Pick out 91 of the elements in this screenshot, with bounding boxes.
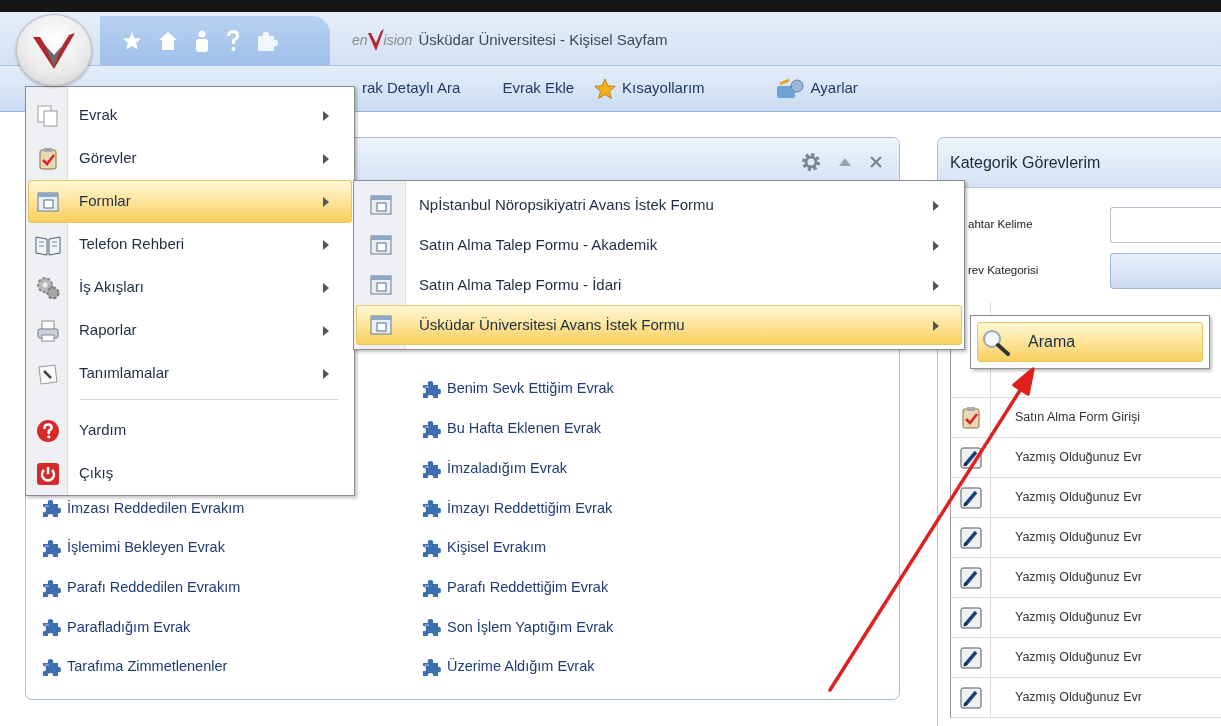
logo-v-icon — [367, 28, 384, 53]
form-icon — [36, 189, 60, 214]
menu-item[interactable]: Satın Alma Talep Formu - Akademik — [356, 225, 962, 265]
submenu-arrow-icon — [933, 280, 939, 291]
puzzle-icon — [421, 577, 441, 598]
pen-icon — [959, 646, 982, 669]
pen-icon — [959, 566, 982, 589]
documents-icon — [36, 103, 60, 128]
field-label: rev Kategorisi — [967, 263, 1040, 279]
submenu-arrow-icon — [933, 320, 939, 331]
task-row[interactable]: Yazmış Olduğunuz Evr — [991, 608, 1142, 627]
menu-item[interactable]: Kısayollarım — [594, 73, 705, 104]
puzzle-icon — [41, 657, 61, 678]
star-icon[interactable] — [122, 30, 142, 51]
menu-item[interactable]: Satın Alma Talep Formu - İdari — [356, 265, 962, 305]
printer-icon — [36, 318, 60, 343]
menu-item[interactable]: Ayarlar — [774, 73, 858, 104]
panel-title: Kategorik Görevlerim — [938, 138, 1221, 188]
puzzle-icon — [41, 538, 61, 559]
star-icon — [594, 77, 617, 100]
close-icon[interactable] — [869, 154, 883, 169]
logo-text: ision — [383, 31, 413, 50]
document-link[interactable]: Benim Sevk Ettiğim Evrak — [421, 369, 614, 410]
menu-item[interactable]: Evrak — [28, 94, 352, 137]
pen-icon — [959, 606, 982, 629]
menu-item[interactable]: Görevler — [28, 137, 352, 180]
form-icon — [369, 233, 393, 257]
puzzle-icon — [421, 379, 441, 400]
puzzle-icon[interactable] — [256, 29, 278, 52]
logo-text: en — [352, 31, 368, 50]
task-row[interactable]: Yazmış Olduğunuz Evr — [991, 528, 1142, 547]
document-link[interactable]: Tarafıma Zimmetlenenler — [41, 647, 421, 687]
task-row[interactable]: Yazmış Olduğunuz Evr — [991, 448, 1142, 467]
task-row[interactable]: Satın Alma Form Girişi — [991, 408, 1141, 427]
menu-item[interactable]: Raporlar — [28, 309, 352, 352]
document-link[interactable]: Parafladığım Evrak — [41, 607, 421, 648]
puzzle-icon — [421, 419, 441, 440]
puzzle-icon — [421, 617, 441, 638]
menu-item[interactable]: Evrak Ekle — [502, 73, 575, 104]
document-link[interactable]: İmzaladığım Evrak — [421, 448, 614, 489]
search-icon — [981, 328, 1011, 356]
window-title: Üsküdar Üniversitesi - Kişisel Sayfam — [418, 30, 668, 51]
settings-icon — [774, 77, 805, 100]
help-icon[interactable] — [226, 29, 240, 52]
collapse-icon[interactable] — [839, 157, 851, 166]
document-link[interactable]: Parafı Reddedilen Evrakım — [41, 567, 421, 608]
pen-icon — [959, 686, 982, 709]
puzzle-icon — [421, 458, 441, 479]
field-label: ahtar Kelime — [967, 217, 1034, 233]
task-row[interactable]: Yazmış Olduğunuz Evr — [991, 688, 1142, 707]
puzzle-icon — [41, 617, 61, 638]
form-icon — [369, 193, 393, 217]
task-row[interactable]: Yazmış Olduğunuz Evr — [991, 568, 1142, 587]
task-row[interactable]: Yazmış Olduğunuz Evr — [991, 488, 1142, 507]
puzzle-icon — [41, 577, 61, 598]
task-row[interactable]: Yazmış Olduğunuz Evr — [991, 648, 1142, 667]
document-link[interactable]: Parafı Reddettiğim Evrak — [421, 567, 614, 608]
menu-item[interactable]: İş Akışları — [28, 266, 352, 309]
power-icon — [36, 461, 60, 486]
menu-item[interactable]: Formlar — [28, 180, 352, 223]
form-icon — [369, 273, 393, 297]
home-icon[interactable] — [158, 30, 178, 51]
menu-item[interactable]: Telefon Rehberi — [28, 223, 352, 266]
puzzle-icon — [421, 538, 441, 559]
puzzle-icon — [421, 498, 441, 519]
document-link[interactable]: Bu Hafta Eklenen Evrak — [421, 409, 614, 449]
gears-icon — [36, 275, 60, 300]
pen-icon — [959, 526, 982, 549]
menu-item[interactable]: Yardım — [28, 409, 352, 452]
document-link[interactable]: Üzerime Aldığım Evrak — [421, 647, 614, 687]
clipboard-icon — [36, 146, 60, 171]
menu-item[interactable]: Üsküdar Üniversitesi Avans İstek Formu — [356, 305, 962, 345]
puzzle-icon — [421, 657, 441, 678]
document-link[interactable]: İmzayı Reddettiğim Evrak — [421, 488, 614, 529]
document-link[interactable]: Son İşlem Yaptığım Evrak — [421, 607, 614, 648]
document-link[interactable]: İşlemimi Bekleyen Evrak — [41, 528, 421, 568]
document-link[interactable]: Kişisel Evrakım — [421, 528, 614, 568]
pen-icon — [959, 486, 982, 509]
submenu-arrow-icon — [933, 200, 939, 211]
book-icon — [35, 233, 61, 256]
menu-item[interactable]: rak Detaylı Ara — [362, 73, 461, 104]
submenu-arrow-icon — [933, 240, 939, 251]
menu-item[interactable]: Arama — [977, 322, 1203, 362]
puzzle-icon — [41, 498, 61, 519]
pen-paper-icon — [36, 361, 60, 386]
menu-item[interactable]: Npİstanbul Nöropsikiyatri Avans İstek Formu — [356, 185, 962, 225]
menu-item[interactable]: Tanımlamalar — [28, 352, 352, 395]
form-icon — [369, 313, 393, 337]
settings-icon[interactable] — [801, 151, 821, 172]
person-icon[interactable] — [194, 29, 210, 52]
help-icon — [36, 418, 60, 443]
